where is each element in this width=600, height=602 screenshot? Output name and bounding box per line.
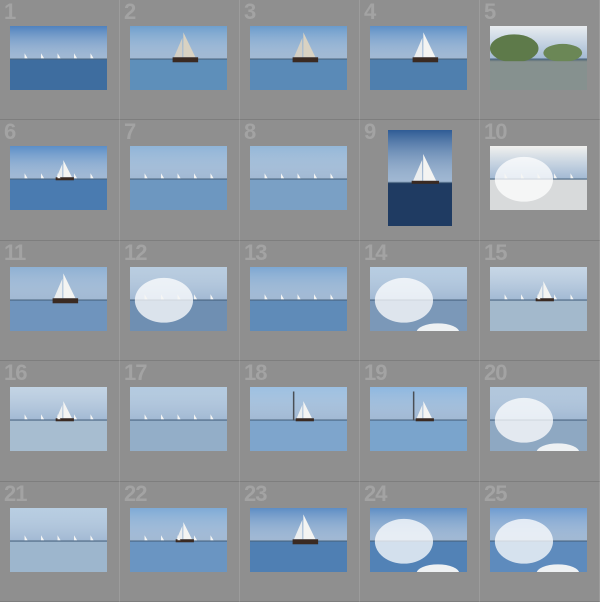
photo-index-label: 22 [124, 481, 148, 506]
photo-index-label: 24 [364, 481, 388, 506]
photo-index-label: 23 [244, 481, 268, 506]
photo-index-label: 3 [244, 0, 256, 24]
photo-cell[interactable]: 15 [480, 240, 600, 362]
photo-thumbnail[interactable] [250, 266, 347, 331]
photo-thumbnail[interactable] [490, 266, 587, 331]
photo-cell[interactable]: 5 [480, 0, 600, 121]
photo-index-label: 9 [364, 120, 376, 145]
photo-thumbnail[interactable] [250, 387, 347, 452]
photo-cell[interactable]: 3 [240, 0, 360, 121]
photo-thumbnail[interactable] [10, 26, 107, 90]
photo-cell[interactable]: 13 [240, 240, 360, 362]
photo-thumbnail[interactable] [130, 266, 227, 331]
photo-thumbnail[interactable] [490, 146, 587, 211]
photo-grid: 1 2 3 4 5 6 7 8 9 10 11 12 13 14 15 16 1… [0, 0, 600, 602]
photo-thumbnail[interactable] [250, 26, 347, 90]
photo-index-label: 14 [364, 240, 388, 265]
photo-index-label: 7 [124, 120, 136, 145]
photo-cell[interactable]: 1 [0, 0, 120, 121]
photo-cell[interactable]: 21 [0, 481, 120, 602]
photo-cell[interactable]: 14 [360, 240, 480, 362]
photo-index-label: 20 [484, 361, 508, 386]
photo-thumbnail[interactable] [130, 387, 227, 452]
photo-thumbnail[interactable] [10, 507, 107, 572]
photo-cell[interactable]: 4 [360, 0, 480, 121]
photo-cell[interactable]: 24 [360, 481, 480, 602]
photo-thumbnail[interactable] [130, 26, 227, 90]
photo-index-label: 16 [4, 361, 28, 386]
photo-thumbnail[interactable] [10, 146, 107, 211]
photo-thumbnail[interactable] [370, 507, 467, 572]
photo-cell[interactable]: 17 [120, 361, 240, 482]
photo-index-label: 19 [364, 361, 388, 386]
photo-thumbnail[interactable] [130, 507, 227, 572]
photo-index-label: 12 [124, 240, 148, 265]
photo-cell[interactable]: 10 [480, 120, 600, 241]
photo-cell[interactable]: 18 [240, 361, 360, 482]
photo-cell[interactable]: 16 [0, 361, 120, 482]
photo-cell[interactable]: 11 [0, 240, 120, 362]
photo-thumbnail[interactable] [370, 387, 467, 452]
photo-cell[interactable]: 20 [480, 361, 600, 482]
photo-index-label: 10 [484, 120, 508, 145]
photo-thumbnail[interactable] [250, 146, 347, 211]
photo-thumbnail[interactable] [370, 266, 467, 331]
photo-thumbnail[interactable] [490, 26, 587, 90]
photo-thumbnail[interactable] [130, 146, 227, 211]
photo-cell[interactable]: 9 [360, 120, 480, 241]
photo-thumbnail[interactable] [10, 266, 107, 331]
photo-index-label: 18 [244, 361, 268, 386]
photo-cell[interactable]: 22 [120, 481, 240, 602]
photo-thumbnail[interactable] [388, 130, 452, 227]
photo-index-label: 17 [124, 361, 148, 386]
photo-cell[interactable]: 7 [120, 120, 240, 241]
photo-cell[interactable]: 19 [360, 361, 480, 482]
photo-index-label: 13 [244, 240, 268, 265]
photo-thumbnail[interactable] [250, 507, 347, 572]
photo-index-label: 1 [4, 0, 16, 24]
photo-thumbnail[interactable] [10, 387, 107, 452]
photo-cell[interactable]: 23 [240, 481, 360, 602]
photo-index-label: 15 [484, 240, 508, 265]
photo-cell[interactable]: 25 [480, 481, 600, 602]
photo-index-label: 2 [124, 0, 136, 24]
photo-cell[interactable]: 6 [0, 120, 120, 241]
photo-cell[interactable]: 12 [120, 240, 240, 362]
photo-index-label: 25 [484, 481, 508, 506]
photo-cell[interactable]: 2 [120, 0, 240, 121]
photo-index-label: 4 [364, 0, 376, 24]
photo-index-label: 21 [4, 481, 28, 506]
photo-index-label: 11 [4, 240, 26, 265]
photo-thumbnail[interactable] [370, 26, 467, 90]
photo-thumbnail[interactable] [490, 507, 587, 572]
photo-thumbnail[interactable] [490, 387, 587, 452]
photo-index-label: 8 [244, 120, 256, 145]
photo-index-label: 6 [4, 120, 16, 145]
photo-index-label: 5 [484, 0, 496, 24]
photo-cell[interactable]: 8 [240, 120, 360, 241]
